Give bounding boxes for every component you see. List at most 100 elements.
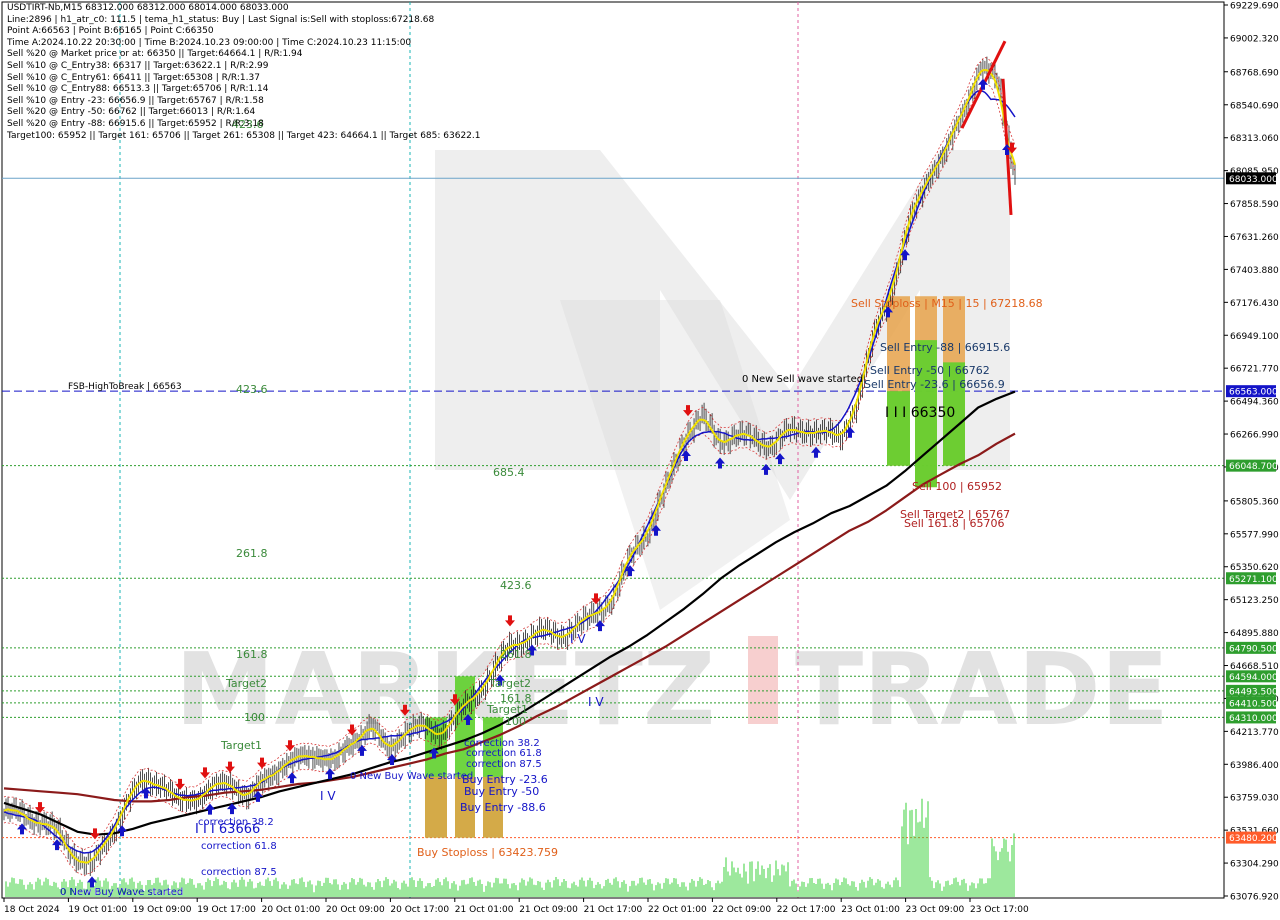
correction-87-label: correction 87.5 <box>466 759 542 770</box>
price-tick-label: 69002.320 <box>1230 34 1279 44</box>
price-tick-label: 68540.690 <box>1230 101 1279 111</box>
level-price-badge-label: 63480.200 <box>1229 834 1278 844</box>
price-tick-label: 63986.400 <box>1230 761 1279 771</box>
time-tick-label: 19 Oct 01:00 <box>68 905 127 915</box>
level-price-badge-label: 64310.000 <box>1229 714 1278 724</box>
price-tick-label: 65123.250 <box>1230 596 1279 606</box>
new-buy-wave-label: 0 New Buy Wave started <box>350 771 473 782</box>
fib-level-label: 261.8 <box>500 648 532 661</box>
price-tick-label: 67403.880 <box>1230 266 1279 276</box>
time-tick-label: 20 Oct 01:00 <box>262 905 321 915</box>
info-line: Sell %20 @ Entry -50: 66762 || Target:66… <box>7 107 256 118</box>
sell-entry-zone <box>887 391 910 466</box>
fsb-high-label: FSB-HighToBreak | 66563 <box>68 382 182 392</box>
sell-stoploss-label: Sell Stoploss | M15 | 15 | 67218.68 <box>851 297 1043 310</box>
info-line: Target100: 65952 || Target 161: 65706 ||… <box>7 130 481 141</box>
sell-entry-50-label: Sell Entry -50 | 66762 <box>870 364 990 377</box>
time-tick-label: 23 Oct 01:00 <box>841 905 900 915</box>
buy-stoploss-label: Buy Stoploss | 63423.759 <box>417 846 558 859</box>
time-tick-label: 22 Oct 09:00 <box>712 905 771 915</box>
point-c-marker: I I I 66350 <box>885 405 955 421</box>
buy-entry-50-label: Buy Entry -50 <box>464 785 539 798</box>
sell-target-100-label: Sell 100 | 65952 <box>912 480 1002 493</box>
price-tick-label: 66949.100 <box>1230 332 1279 342</box>
buy-entry-88-label: Buy Entry -88.6 <box>460 801 546 814</box>
correction-61-label: correction 61.8 <box>201 841 277 852</box>
fib-level-label: Target2 <box>489 677 531 690</box>
wave-iv-marker: I V <box>588 695 604 709</box>
time-tick-label: 21 Oct 09:00 <box>519 905 578 915</box>
watermark-i-bar <box>748 636 778 724</box>
buy-entry-23-label: Buy Entry -23.6 <box>462 773 548 786</box>
fib-level-label: 100 <box>505 715 526 728</box>
fib-level-label: 100 <box>244 711 265 724</box>
correction-61-label: correction 61.8 <box>466 748 542 759</box>
wave-iv-marker: I V <box>570 632 586 646</box>
time-tick-label: 19 Oct 09:00 <box>133 905 192 915</box>
time-tick-label: 18 Oct 2024 <box>4 905 60 915</box>
price-tick-label: 64895.880 <box>1230 629 1279 639</box>
fib-level-label: 423.6 <box>500 579 532 592</box>
correction-87-label: correction 87.5 <box>201 867 277 878</box>
new-buy-wave-label: 0 New Buy Wave started <box>60 887 183 898</box>
symbol-header: USDTIRT-Nb,M15 68312.000 68312.000 68014… <box>7 3 289 13</box>
current-price-badge-label: 68033.000 <box>1229 175 1278 185</box>
signal-info-panel: USDTIRT-Nb,M15 68312.000 68312.000 68014… <box>7 3 481 142</box>
chart-window: MARKETZ TRADE 69229.690 69002.320 68768.690 6… <box>0 0 1280 920</box>
fib-level-label: 423.6 <box>236 383 268 396</box>
info-line: Line:2896 | h1_atr_c0: 111.5 | tema_h1_s… <box>7 14 435 25</box>
price-tick-label: 66721.770 <box>1230 365 1279 375</box>
price-tick-label: 63759.030 <box>1230 794 1279 804</box>
level-price-badge-label: 64493.500 <box>1229 687 1278 697</box>
info-line: Sell %10 @ C_Entry38: 66317 || Target:63… <box>7 60 269 71</box>
wave-iv-marker: I V <box>320 789 336 803</box>
price-tick-label: 65805.360 <box>1230 497 1279 507</box>
price-tick-label: 65350.620 <box>1230 563 1279 573</box>
sell-entry-23-label: Sell Entry -23.6 | 66656.9 <box>864 378 1005 391</box>
fib-level-label: 161.8 <box>236 648 268 661</box>
time-tick-label: 22 Oct 17:00 <box>777 905 836 915</box>
info-line: Point A:66563 | Point B:66165 | Point C:… <box>7 26 214 37</box>
price-tick-label: 65577.990 <box>1230 530 1279 540</box>
left-wave-marker: I I I 63666 <box>195 822 260 837</box>
sell-target-161-label: Sell 161.8 | 65706 <box>904 517 1005 530</box>
fib-level-label: Target1 <box>220 739 262 752</box>
level-price-badge-label: 64790.500 <box>1229 644 1278 654</box>
level-price-badge-label: 64410.500 <box>1229 699 1278 709</box>
level-price-badge-label: 66563.000 <box>1229 388 1278 398</box>
level-price-badge-label: 65271.100 <box>1229 575 1278 585</box>
new-sell-wave-label: 0 New Sell wave started <box>742 374 863 385</box>
price-tick-label: 68313.060 <box>1230 134 1279 144</box>
price-tick-label: 66266.990 <box>1230 431 1279 441</box>
fib-level-label: Target2 <box>225 677 267 690</box>
time-tick-label: 21 Oct 01:00 <box>455 905 514 915</box>
price-tick-label: 67858.590 <box>1230 200 1279 210</box>
time-tick-label: 21 Oct 17:00 <box>584 905 643 915</box>
info-line: Sell %20 @ Market price or at: 66350 || … <box>7 49 303 60</box>
price-tick-label: 63076.920 <box>1230 893 1279 903</box>
sell-entry-88-label: Sell Entry -88 | 66915.6 <box>880 341 1010 354</box>
level-price-badge-label: 64594.000 <box>1229 673 1278 683</box>
price-tick-label: 63304.290 <box>1230 860 1279 870</box>
price-tick-label: 68768.690 <box>1230 68 1279 78</box>
info-line: Sell %10 @ C_Entry61: 66411 || Target:65… <box>7 72 260 83</box>
time-tick-label: 19 Oct 17:00 <box>197 905 256 915</box>
info-line: Sell %10 @ Entry -23: 66656.9 || Target:… <box>7 95 264 106</box>
info-line: Time A:2024.10.22 20:30:00 | Time B:2024… <box>7 37 412 48</box>
fib-level-label: 261.8 <box>236 547 268 560</box>
time-tick-label: 23 Oct 17:00 <box>970 905 1029 915</box>
watermark-text-right: TRADE <box>795 631 1169 748</box>
price-tick-label: 67631.260 <box>1230 233 1279 243</box>
price-tick-label: 66494.360 <box>1230 398 1279 408</box>
level-price-badge-label: 66048.700 <box>1229 462 1278 472</box>
time-tick-label: 20 Oct 17:00 <box>390 905 449 915</box>
time-tick-label: 20 Oct 09:00 <box>326 905 385 915</box>
fib-level-label: 685.4 <box>493 466 525 479</box>
price-tick-label: 67176.430 <box>1230 299 1279 309</box>
time-tick-label: 22 Oct 01:00 <box>648 905 707 915</box>
price-tick-label: 64213.770 <box>1230 728 1279 738</box>
buy-stoploss-zone <box>425 776 447 838</box>
info-line: Sell %20 @ Entry -88: 66915.6 || Target:… <box>7 118 264 129</box>
price-tick-label: 69229.690 <box>1230 2 1279 12</box>
info-line: Sell %10 @ C_Entry88: 66513.3 || Target:… <box>7 84 269 95</box>
